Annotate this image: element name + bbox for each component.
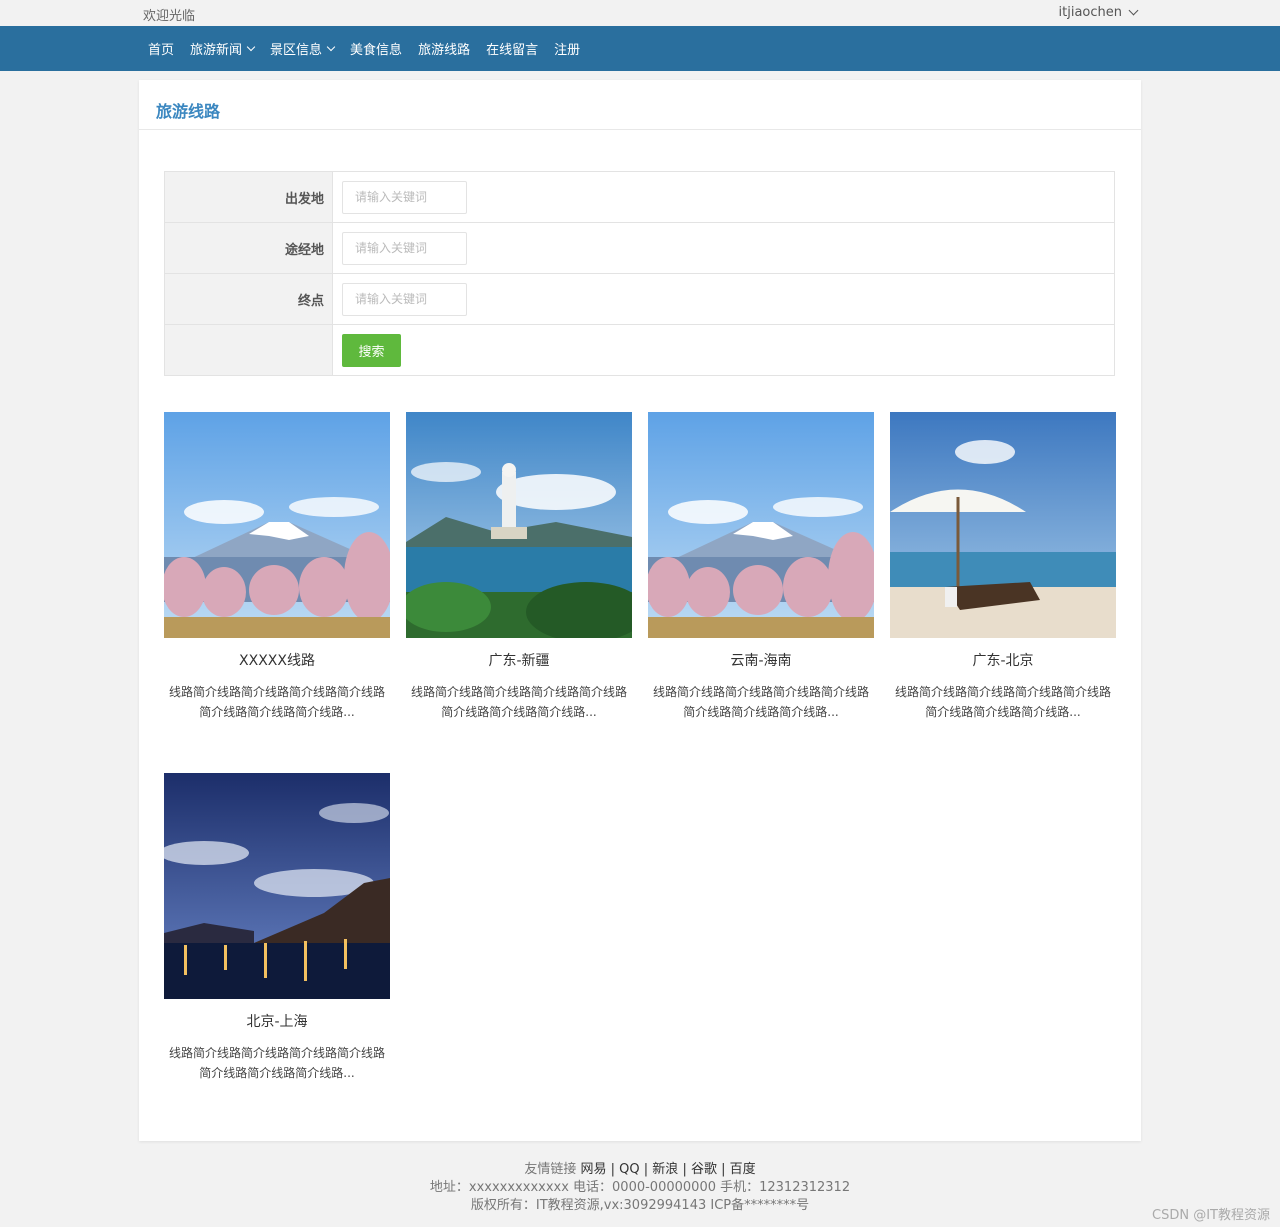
search-form: 出发地 途经地 终点 搜索 (164, 171, 1115, 376)
nav-item-scenic-info[interactable]: 景区信息 (262, 39, 342, 58)
empty-label-cell (164, 324, 333, 376)
welcome-text: 欢迎光临 (143, 9, 196, 24)
nav-item-register[interactable]: 注册 (546, 39, 588, 58)
link-baidu[interactable]: 百度 (730, 1162, 756, 1177)
route-name[interactable]: 云南-海南 (648, 650, 874, 670)
route-card[interactable]: XXXXX线路 线路简介线路简介线路简介线路简介线路简介线路简介线路简介线路..… (164, 412, 390, 722)
page-title: 旅游线路 (156, 102, 221, 121)
nav-item-travel-routes[interactable]: 旅游线路 (410, 39, 478, 58)
end-label: 终点 (164, 273, 333, 325)
nav-label: 在线留言 (486, 43, 539, 58)
friend-links-label: 友情链接 (524, 1162, 577, 1177)
nav-label: 首页 (148, 43, 175, 58)
link-separator: | (643, 1162, 649, 1177)
link-separator: | (682, 1162, 687, 1177)
link-separator: | (721, 1162, 726, 1177)
content-panel: 旅游线路 出发地 途经地 终点 搜索 (139, 80, 1141, 1141)
nav-label: 旅游线路 (418, 43, 471, 58)
link-sina[interactable]: 新浪 (652, 1162, 678, 1177)
nav-label: 美食信息 (350, 43, 403, 58)
route-name[interactable]: XXXXX线路 (164, 650, 390, 670)
nav-label: 旅游新闻 (190, 43, 243, 58)
watermark: CSDN @IT教程资源 (1152, 1208, 1270, 1223)
route-desc: 线路简介线路简介线路简介线路简介线路简介线路简介线路简介线路... (168, 1046, 385, 1080)
username: itjiaochen (1058, 5, 1122, 20)
user-menu[interactable]: itjiaochen (1058, 5, 1139, 20)
route-image-night[interactable] (164, 773, 390, 999)
route-image-mountain[interactable] (164, 412, 390, 638)
route-card[interactable]: 云南-海南 线路简介线路简介线路简介线路简介线路简介线路简介线路简介线路... (648, 412, 874, 722)
site-footer: 友情链接 网易 | QQ | 新浪 | 谷歌 | 百度 地址：xxxxxxxxx… (0, 1161, 1280, 1215)
contact-info: 地址：xxxxxxxxxxxxx 电话：0000-00000000 手机：123… (429, 1180, 851, 1195)
link-google[interactable]: 谷歌 (691, 1162, 717, 1177)
end-input[interactable] (342, 282, 467, 316)
chevron-down-icon (326, 42, 336, 51)
route-card[interactable]: 北京-上海 线路简介线路简介线路简介线路简介线路简介线路简介线路简介线路... (164, 773, 390, 1083)
nav-label: 注册 (554, 43, 581, 58)
route-image-mountain[interactable] (648, 412, 874, 638)
route-card[interactable]: 广东-新疆 线路简介线路简介线路简介线路简介线路简介线路简介线路简介线路... (406, 412, 632, 722)
main-nav: 首页 旅游新闻 景区信息 美食信息 旅游线路 在线留言 注册 (0, 26, 1280, 71)
friend-links: 友情链接 网易 | QQ | 新浪 | 谷歌 | 百度 (0, 1161, 1280, 1179)
search-button[interactable]: 搜索 (342, 333, 401, 367)
route-name[interactable]: 广东-北京 (890, 650, 1116, 670)
copyright: 版权所有：IT教程资源,vx:3092994143 ICP备********号 (470, 1198, 810, 1213)
route-desc: 线路简介线路简介线路简介线路简介线路简介线路简介线路简介线路... (168, 685, 385, 719)
nav-label: 景区信息 (270, 43, 323, 58)
nav-item-messages[interactable]: 在线留言 (478, 39, 546, 58)
link-separator: | (610, 1162, 616, 1177)
route-image-statue[interactable] (406, 412, 632, 638)
nav-item-home[interactable]: 首页 (140, 39, 182, 58)
link-qq[interactable]: QQ (619, 1162, 639, 1177)
route-desc: 线路简介线路简介线路简介线路简介线路简介线路简介线路简介线路... (410, 685, 627, 719)
depart-input[interactable] (342, 180, 467, 214)
panel-header: 旅游线路 (139, 80, 1141, 130)
nav-item-food-info[interactable]: 美食信息 (342, 39, 410, 58)
route-name[interactable]: 北京-上海 (164, 1011, 390, 1031)
nav-item-travel-news[interactable]: 旅游新闻 (182, 39, 262, 58)
route-card[interactable]: 广东-北京 线路简介线路简介线路简介线路简介线路简介线路简介线路简介线路... (890, 412, 1116, 722)
route-name[interactable]: 广东-新疆 (406, 650, 632, 670)
depart-label: 出发地 (164, 171, 333, 223)
route-desc: 线路简介线路简介线路简介线路简介线路简介线路简介线路简介线路... (652, 685, 869, 719)
top-bar: 欢迎光临 itjiaochen (0, 0, 1280, 26)
via-input[interactable] (342, 231, 467, 265)
chevron-down-icon (246, 42, 256, 51)
chevron-down-icon (1128, 5, 1139, 16)
route-desc: 线路简介线路简介线路简介线路简介线路简介线路简介线路简介线路... (894, 685, 1111, 719)
route-image-beach[interactable] (890, 412, 1116, 638)
via-label: 途经地 (164, 222, 333, 274)
link-netease[interactable]: 网易 (580, 1162, 606, 1177)
